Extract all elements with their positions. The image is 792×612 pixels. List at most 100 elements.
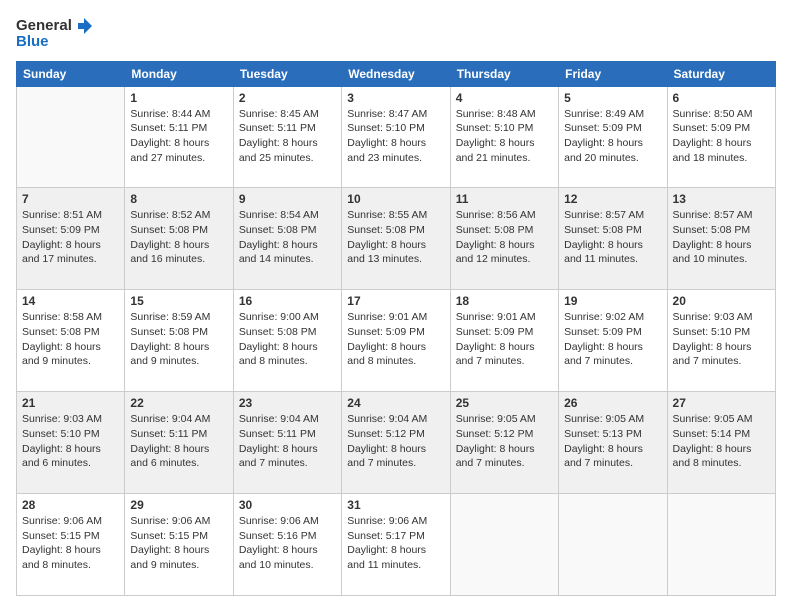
header: General Blue	[16, 16, 776, 51]
day-number: 17	[347, 294, 444, 308]
day-number: 11	[456, 192, 553, 206]
day-info: Sunrise: 8:59 AMSunset: 5:08 PMDaylight:…	[130, 310, 227, 369]
day-info: Sunrise: 9:04 AMSunset: 5:12 PMDaylight:…	[347, 412, 444, 471]
day-number: 26	[564, 396, 661, 410]
day-number: 5	[564, 91, 661, 105]
day-info: Sunrise: 9:06 AMSunset: 5:15 PMDaylight:…	[130, 514, 227, 573]
calendar-cell: 1 Sunrise: 8:44 AMSunset: 5:11 PMDaylight…	[125, 86, 233, 188]
day-info: Sunrise: 8:44 AMSunset: 5:11 PMDaylight:…	[130, 107, 227, 166]
day-info: Sunrise: 8:55 AMSunset: 5:08 PMDaylight:…	[347, 208, 444, 267]
calendar-cell: 21 Sunrise: 9:03 AMSunset: 5:10 PMDayligh…	[17, 392, 125, 494]
calendar-page: General Blue SundayMondayTuesdayWednesda…	[0, 0, 792, 612]
calendar-week-row: 14 Sunrise: 8:58 AMSunset: 5:08 PMDayligh…	[17, 290, 776, 392]
calendar-header-row: SundayMondayTuesdayWednesdayThursdayFrid…	[17, 61, 776, 86]
day-info: Sunrise: 8:58 AMSunset: 5:08 PMDaylight:…	[22, 310, 119, 369]
calendar-cell: 28 Sunrise: 9:06 AMSunset: 5:15 PMDayligh…	[17, 494, 125, 596]
day-number: 25	[456, 396, 553, 410]
day-number: 31	[347, 498, 444, 512]
day-info: Sunrise: 8:56 AMSunset: 5:08 PMDaylight:…	[456, 208, 553, 267]
calendar-cell: 7 Sunrise: 8:51 AMSunset: 5:09 PMDaylight…	[17, 188, 125, 290]
day-info: Sunrise: 8:51 AMSunset: 5:09 PMDaylight:…	[22, 208, 119, 267]
calendar-cell: 14 Sunrise: 8:58 AMSunset: 5:08 PMDayligh…	[17, 290, 125, 392]
day-info: Sunrise: 9:02 AMSunset: 5:09 PMDaylight:…	[564, 310, 661, 369]
day-info: Sunrise: 9:06 AMSunset: 5:17 PMDaylight:…	[347, 514, 444, 573]
logo-general-text: General	[16, 18, 72, 35]
calendar-cell	[667, 494, 775, 596]
day-info: Sunrise: 8:50 AMSunset: 5:09 PMDaylight:…	[673, 107, 770, 166]
day-info: Sunrise: 8:54 AMSunset: 5:08 PMDaylight:…	[239, 208, 336, 267]
day-number: 2	[239, 91, 336, 105]
calendar-cell: 12 Sunrise: 8:57 AMSunset: 5:08 PMDayligh…	[559, 188, 667, 290]
day-number: 27	[673, 396, 770, 410]
calendar-week-row: 21 Sunrise: 9:03 AMSunset: 5:10 PMDayligh…	[17, 392, 776, 494]
logo-blue-text: Blue	[16, 34, 49, 51]
day-header-thursday: Thursday	[450, 61, 558, 86]
calendar-cell: 24 Sunrise: 9:04 AMSunset: 5:12 PMDayligh…	[342, 392, 450, 494]
calendar-cell	[17, 86, 125, 188]
day-number: 7	[22, 192, 119, 206]
day-number: 19	[564, 294, 661, 308]
day-number: 16	[239, 294, 336, 308]
day-number: 18	[456, 294, 553, 308]
calendar-cell: 20Sunrise: 9:03 AMSunset: 5:10 PMDayligh…	[667, 290, 775, 392]
day-number: 30	[239, 498, 336, 512]
calendar-cell: 16Sunrise: 9:00 AMSunset: 5:08 PMDayligh…	[233, 290, 341, 392]
day-info: Sunrise: 8:47 AMSunset: 5:10 PMDaylight:…	[347, 107, 444, 166]
calendar-cell: 6 Sunrise: 8:50 AMSunset: 5:09 PMDaylight…	[667, 86, 775, 188]
calendar-cell: 29 Sunrise: 9:06 AMSunset: 5:15 PMDayligh…	[125, 494, 233, 596]
calendar-cell: 18 Sunrise: 9:01 AMSunset: 5:09 PMDayligh…	[450, 290, 558, 392]
day-header-sunday: Sunday	[17, 61, 125, 86]
day-number: 20	[673, 294, 770, 308]
day-number: 15	[130, 294, 227, 308]
calendar-cell: 26 Sunrise: 9:05 AMSunset: 5:13 PMDayligh…	[559, 392, 667, 494]
calendar-cell: 2Sunrise: 8:45 AMSunset: 5:11 PMDaylight…	[233, 86, 341, 188]
day-info: Sunrise: 9:06 AMSunset: 5:15 PMDaylight:…	[22, 514, 119, 573]
day-info: Sunrise: 9:05 AMSunset: 5:12 PMDaylight:…	[456, 412, 553, 471]
day-number: 12	[564, 192, 661, 206]
day-info: Sunrise: 8:48 AMSunset: 5:10 PMDaylight:…	[456, 107, 553, 166]
calendar-week-row: 1 Sunrise: 8:44 AMSunset: 5:11 PMDaylight…	[17, 86, 776, 188]
day-number: 21	[22, 396, 119, 410]
calendar-cell	[559, 494, 667, 596]
day-header-tuesday: Tuesday	[233, 61, 341, 86]
day-number: 3	[347, 91, 444, 105]
day-number: 22	[130, 396, 227, 410]
day-header-wednesday: Wednesday	[342, 61, 450, 86]
day-number: 9	[239, 192, 336, 206]
day-number: 28	[22, 498, 119, 512]
calendar-cell: 25 Sunrise: 9:05 AMSunset: 5:12 PMDayligh…	[450, 392, 558, 494]
calendar-cell: 11 Sunrise: 8:56 AMSunset: 5:08 PMDayligh…	[450, 188, 558, 290]
day-info: Sunrise: 9:01 AMSunset: 5:09 PMDaylight:…	[347, 310, 444, 369]
calendar-cell: 17 Sunrise: 9:01 AMSunset: 5:09 PMDayligh…	[342, 290, 450, 392]
day-number: 1	[130, 91, 227, 105]
day-number: 24	[347, 396, 444, 410]
day-number: 6	[673, 91, 770, 105]
day-info: Sunrise: 8:57 AMSunset: 5:08 PMDaylight:…	[564, 208, 661, 267]
day-info: Sunrise: 9:04 AMSunset: 5:11 PMDaylight:…	[239, 412, 336, 471]
calendar-cell: 23 Sunrise: 9:04 AMSunset: 5:11 PMDayligh…	[233, 392, 341, 494]
day-number: 29	[130, 498, 227, 512]
calendar-cell: 3 Sunrise: 8:47 AMSunset: 5:10 PMDaylight…	[342, 86, 450, 188]
calendar-cell: 19 Sunrise: 9:02 AMSunset: 5:09 PMDayligh…	[559, 290, 667, 392]
calendar-cell: 22 Sunrise: 9:04 AMSunset: 5:11 PMDayligh…	[125, 392, 233, 494]
calendar-cell	[450, 494, 558, 596]
day-info: Sunrise: 9:03 AMSunset: 5:10 PMDaylight:…	[22, 412, 119, 471]
day-number: 10	[347, 192, 444, 206]
day-number: 23	[239, 396, 336, 410]
logo-chevron-icon	[74, 16, 94, 36]
calendar-week-row: 28 Sunrise: 9:06 AMSunset: 5:15 PMDayligh…	[17, 494, 776, 596]
day-number: 13	[673, 192, 770, 206]
calendar-cell: 15 Sunrise: 8:59 AMSunset: 5:08 PMDayligh…	[125, 290, 233, 392]
day-info: Sunrise: 8:52 AMSunset: 5:08 PMDaylight:…	[130, 208, 227, 267]
day-number: 8	[130, 192, 227, 206]
day-number: 4	[456, 91, 553, 105]
day-info: Sunrise: 8:49 AMSunset: 5:09 PMDaylight:…	[564, 107, 661, 166]
day-info: Sunrise: 9:01 AMSunset: 5:09 PMDaylight:…	[456, 310, 553, 369]
day-number: 14	[22, 294, 119, 308]
calendar-cell: 8 Sunrise: 8:52 AMSunset: 5:08 PMDaylight…	[125, 188, 233, 290]
day-info: Sunrise: 9:04 AMSunset: 5:11 PMDaylight:…	[130, 412, 227, 471]
day-info: Sunrise: 8:57 AMSunset: 5:08 PMDaylight:…	[673, 208, 770, 267]
calendar-cell: 9 Sunrise: 8:54 AMSunset: 5:08 PMDaylight…	[233, 188, 341, 290]
day-info: Sunrise: 9:05 AMSunset: 5:13 PMDaylight:…	[564, 412, 661, 471]
day-info: Sunrise: 9:06 AMSunset: 5:16 PMDaylight:…	[239, 514, 336, 573]
